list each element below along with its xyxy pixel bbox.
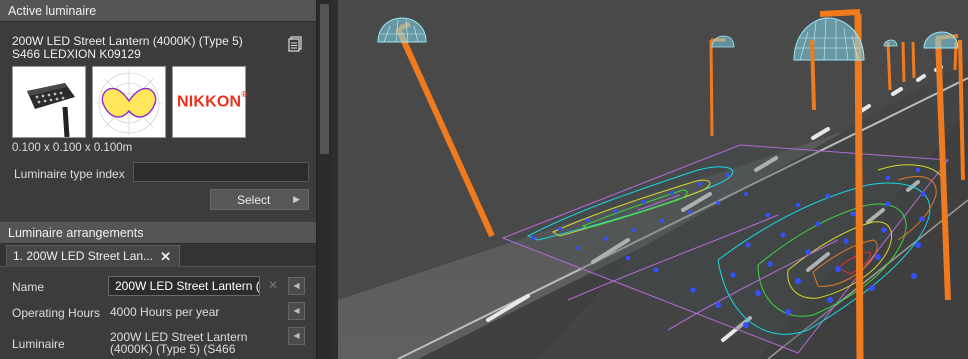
active-luminaire-header[interactable]: Active luminaire <box>0 0 316 22</box>
brand-logo-text: NIKKON® <box>177 90 248 111</box>
tab-label: 1. 200W LED Street Lan... <box>13 249 154 263</box>
select-button-label: Select <box>237 193 271 207</box>
operating-hours-value: 4000 Hours per year <box>110 305 220 319</box>
lantern-photo[interactable] <box>12 66 86 138</box>
chevron-left-icon[interactable]: ◀ <box>288 277 305 295</box>
chevron-left-icon[interactable]: ◀ <box>288 302 305 320</box>
type-index-input[interactable] <box>133 162 309 182</box>
name-input[interactable]: 200W LED Street Lantern (4 <box>108 276 260 296</box>
name-label: Name <box>12 280 45 294</box>
properties-panel: Active luminaire 200W LED Street Lantern… <box>0 0 316 359</box>
luminaire-dimensions: 0.100 x 0.100 x 0.100m <box>12 142 133 154</box>
select-button[interactable]: Select ▶ <box>210 189 309 210</box>
operating-hours-label: Operating Hours <box>12 306 101 320</box>
clear-icon[interactable]: ✕ <box>268 278 278 292</box>
nikkon-logo[interactable]: NIKKON® <box>172 66 248 138</box>
document-icon[interactable] <box>288 36 302 52</box>
luminaire-value-line2: (4000K) (Type 5) (S466 <box>110 342 236 356</box>
arrangement-tab-strip: 1. 200W LED Street Lan... ✕ <box>0 245 316 267</box>
luminaire-label: Luminaire <box>12 337 65 351</box>
type-index-label: Luminaire type index <box>14 167 125 181</box>
scrollbar-thumb[interactable] <box>320 4 329 154</box>
light-distribution-diagram[interactable] <box>92 66 166 138</box>
chevron-right-icon: ▶ <box>293 194 300 204</box>
close-icon[interactable]: ✕ <box>160 246 171 267</box>
luminaire-value: 200W LED Street Lantern (4000K) (Type 5)… <box>110 331 247 355</box>
tab-arrangement-1[interactable]: 1. 200W LED Street Lan... ✕ <box>6 245 180 267</box>
panel-scrollbar[interactable] <box>316 0 332 359</box>
luminaire-title: 200W LED Street Lantern (4000K) (Type 5)… <box>12 35 282 61</box>
luminaire-title-line2: S466 LEDXION K09129 <box>12 47 141 61</box>
chevron-left-icon[interactable]: ◀ <box>288 327 305 345</box>
3d-viewport[interactable] <box>338 0 968 359</box>
luminaire-arrangements-header[interactable]: Luminaire arrangements <box>0 222 316 244</box>
